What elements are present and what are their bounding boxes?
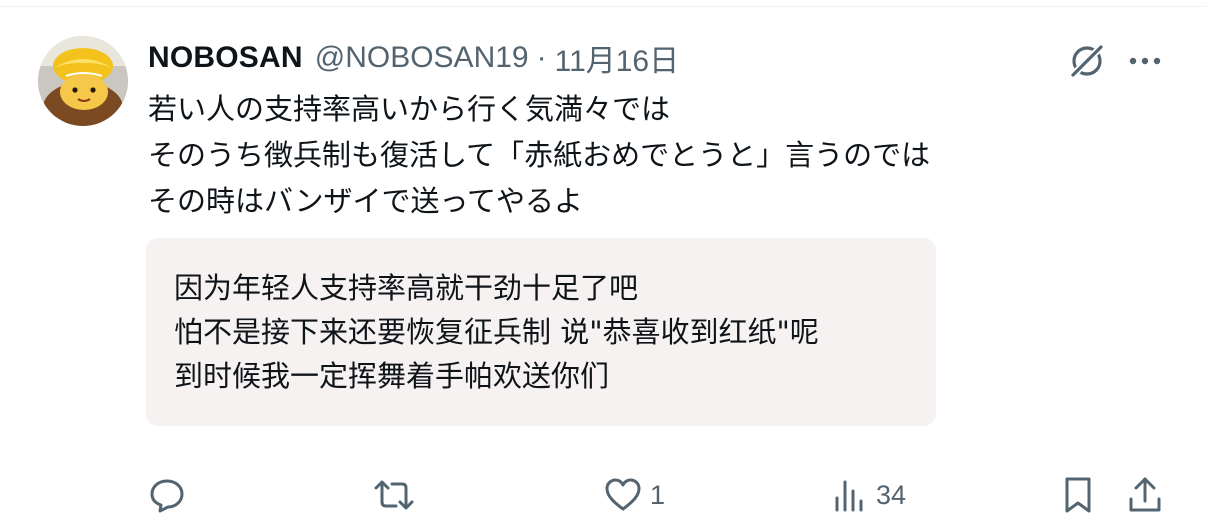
action-bar: 1 34 [0, 470, 1206, 520]
header-separator: · [536, 41, 547, 74]
views-button[interactable]: 34 [832, 470, 906, 520]
display-name[interactable]: NOBOSAN [148, 41, 303, 75]
post-text: 若い人の支持率高いから行く気満々では そのうち徴兵制も復活して「赤紙おめでとうと… [148, 86, 1158, 224]
top-divider [0, 6, 1206, 7]
translation-line: 怕不是接下来还要恢复征兵制 说"恭喜收到红纸"呢 [174, 315, 819, 349]
post-text-line: そのうち徴兵制も復活して「赤紙おめでとうと」言うのでは [148, 138, 931, 172]
grok-button[interactable] [1064, 38, 1110, 84]
like-button[interactable]: 1 [604, 470, 665, 520]
more-icon [1129, 57, 1161, 65]
like-count: 1 [650, 479, 666, 510]
reply-button[interactable] [148, 470, 194, 520]
translation-text: 因为年轻人支持率高就干劲十足了吧 怕不是接下来还要恢复征兵制 说"恭喜收到红纸"… [174, 266, 819, 398]
avatar[interactable] [38, 36, 128, 126]
post-header: NOBOSAN @NOBOSAN19 · 11月16日 [148, 38, 679, 78]
views-count: 34 [876, 479, 907, 510]
post-text-line: 若い人の支持率高いから行く気満々では [148, 92, 671, 126]
repost-button[interactable] [372, 470, 424, 520]
bookmark-icon [1065, 477, 1091, 513]
translation-line: 因为年轻人支持率高就干劲十足了吧 [174, 271, 639, 305]
avatar-image [38, 36, 128, 126]
analytics-icon [835, 480, 863, 512]
share-button[interactable] [1126, 470, 1164, 520]
post-date[interactable]: 11月16日 [555, 36, 680, 80]
user-handle[interactable]: @NOBOSAN19 [315, 41, 529, 75]
repost-icon [374, 480, 414, 510]
reply-icon [150, 479, 184, 513]
heart-icon [605, 478, 641, 511]
grok-icon [1070, 44, 1104, 78]
share-icon [1129, 477, 1161, 512]
more-options-button[interactable] [1122, 38, 1168, 84]
translation-card: 因为年轻人支持率高就干劲十足了吧 怕不是接下来还要恢复征兵制 说"恭喜收到红纸"… [146, 238, 936, 426]
bookmark-button[interactable] [1060, 470, 1096, 520]
post-text-line: その時はバンザイで送ってやるよ [148, 184, 584, 218]
translation-line: 到时候我一定挥舞着手帕欢送你们 [174, 359, 610, 393]
